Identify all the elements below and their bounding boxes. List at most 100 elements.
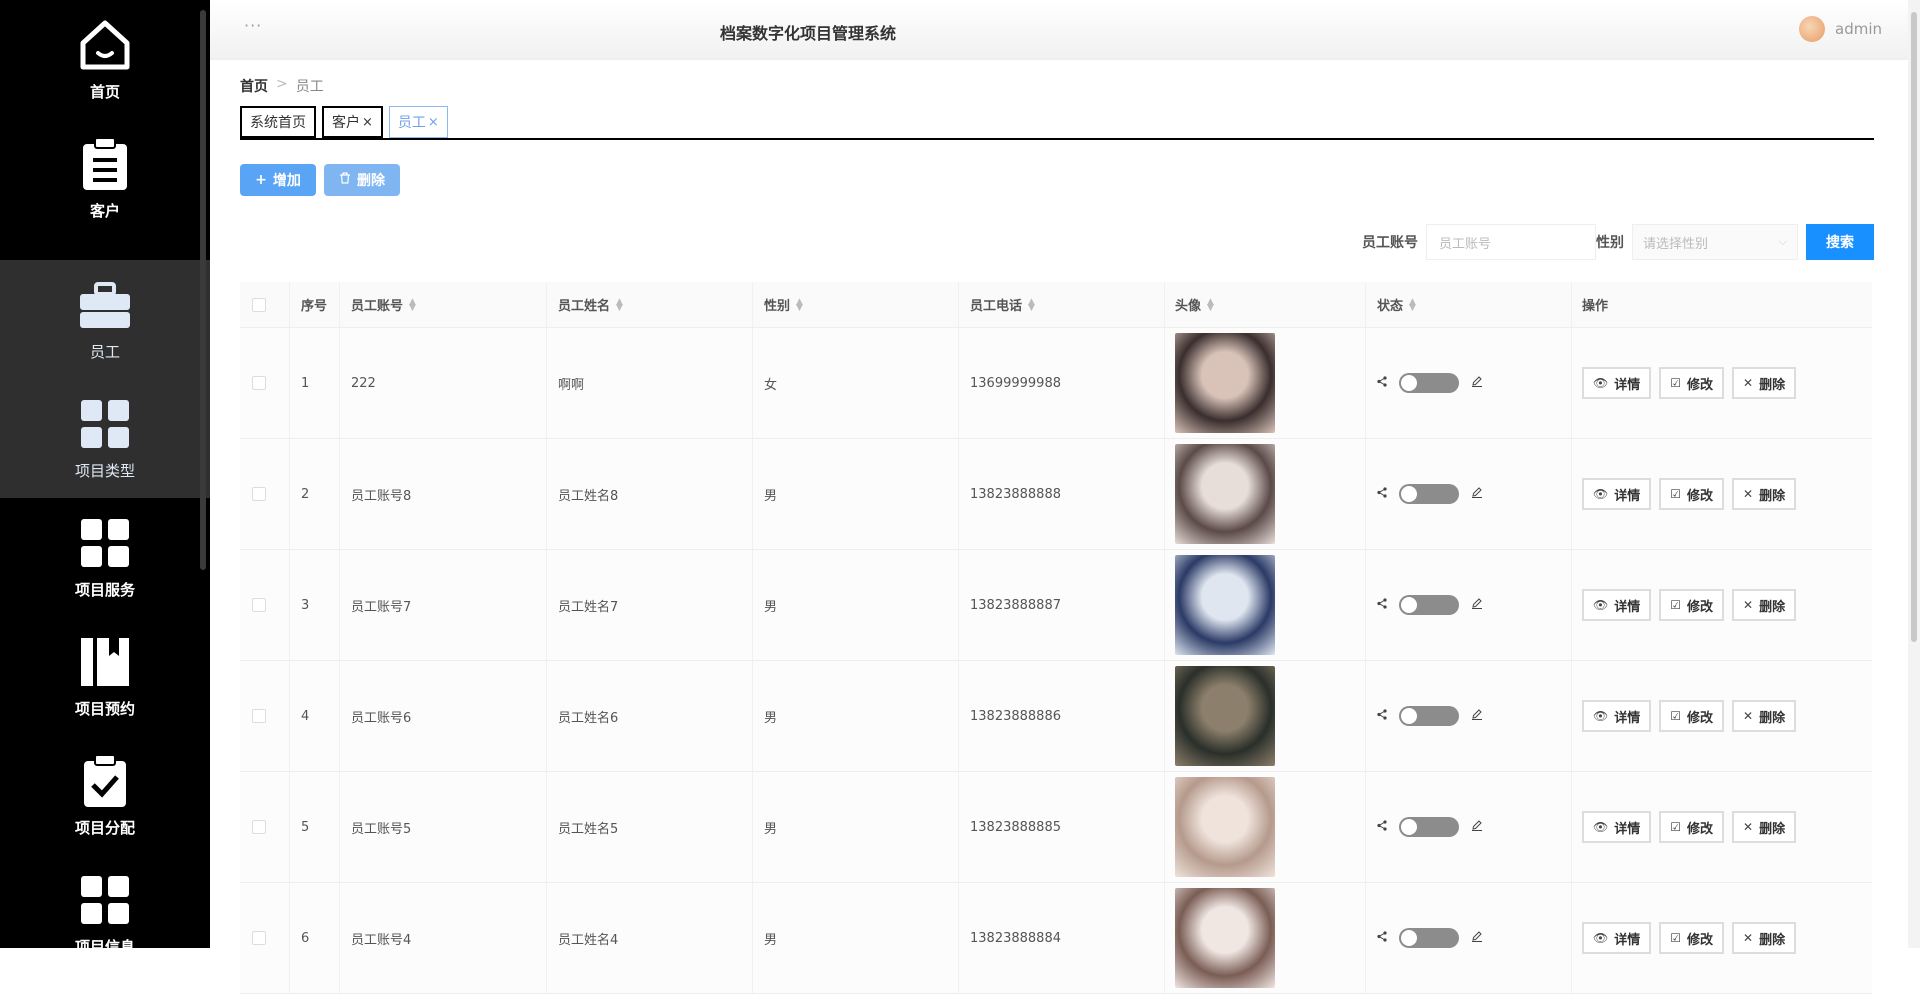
row-checkbox[interactable] [252,598,266,612]
detail-button[interactable]: 👁 详情 [1582,367,1652,399]
sidebar-item-project-assign[interactable]: 项目分配 [0,736,210,855]
sort-icon[interactable]: ▲ ▼ [616,297,623,312]
sort-icon[interactable]: ▲ ▼ [1207,297,1214,312]
header-phone[interactable]: 员工电话 ▲ ▼ [959,282,1165,327]
detail-button[interactable]: 👁 详情 [1582,811,1652,843]
account-search-input[interactable]: 员工账号 [1426,224,1596,260]
user-menu[interactable]: admin [1799,16,1882,42]
close-icon[interactable]: × [428,115,439,130]
row-delete-button[interactable]: ✕ 删除 [1732,478,1797,510]
pen-icon[interactable] [1471,375,1483,391]
edit-button[interactable]: ☑ 修改 [1659,922,1725,954]
delete-label: 删除 [1759,932,1786,948]
sidebar-item-project-info[interactable]: 项目信息 [0,855,210,948]
sort-icon[interactable]: ▲ ▼ [1028,297,1035,312]
row-checkbox[interactable] [252,487,266,501]
header-gender[interactable]: 性别 ▲ ▼ [753,282,959,327]
row-delete-button[interactable]: ✕ 删除 [1732,811,1797,843]
sidebar-item-label: 项目类型 [74,462,135,480]
row-ops: 👁 详情 ☑ 修改 ✕ 删除 [1572,772,1872,882]
edit-button[interactable]: ☑ 修改 [1659,811,1725,843]
row-index: 5 [290,772,340,882]
header-account[interactable]: 员工账号 ▲ ▼ [340,282,547,327]
share-icon[interactable] [1377,708,1387,724]
row-gender: 男 [753,550,959,660]
status-toggle[interactable] [1399,928,1459,948]
share-icon[interactable] [1377,597,1387,613]
avatar-photo[interactable] [1175,444,1275,544]
avatar-photo[interactable] [1175,777,1275,877]
tab-staff[interactable]: 员工 × [388,106,448,138]
status-toggle[interactable] [1399,484,1459,504]
share-icon[interactable] [1377,375,1387,391]
row-delete-button[interactable]: ✕ 删除 [1732,922,1797,954]
row-status [1366,439,1572,549]
row-gender: 男 [753,661,959,771]
row-checkbox[interactable] [252,931,266,945]
detail-button[interactable]: 👁 详情 [1582,922,1652,954]
tab-system-home[interactable]: 系统首页 [240,106,316,138]
sort-icon[interactable]: ▲ ▼ [409,297,416,312]
edit-button[interactable]: ☑ 修改 [1659,700,1725,732]
page-scrollbar[interactable] [1908,0,1920,948]
delete-button[interactable]: 删除 [324,164,400,196]
row-checkbox[interactable] [252,709,266,723]
sidebar-item-project-service[interactable]: 项目服务 [0,498,210,617]
status-toggle[interactable] [1399,595,1459,615]
sort-icon[interactable]: ▲ ▼ [796,297,803,312]
sidebar-item-project-booking[interactable]: 项目预约 [0,617,210,736]
detail-button[interactable]: 👁 详情 [1582,478,1652,510]
header-avatar[interactable]: 头像 ▲ ▼ [1165,282,1366,327]
sidebar-item-home[interactable]: 首页 [0,0,210,119]
gender-select[interactable]: 请选择性别 ⌵ [1632,224,1798,260]
pen-icon[interactable] [1471,930,1483,946]
detail-button[interactable]: 👁 详情 [1582,700,1652,732]
header-status[interactable]: 状态 ▲ ▼ [1366,282,1572,327]
sidebar-item-customer[interactable]: 客户 [0,119,210,238]
grid-icon [77,396,133,452]
select-all-checkbox[interactable] [252,297,266,312]
tab-customer[interactable]: 客户 × [322,106,383,138]
status-toggle[interactable] [1399,706,1459,726]
scrollbar-thumb[interactable] [1911,12,1917,642]
detail-button[interactable]: 👁 详情 [1582,589,1652,621]
row-delete-button[interactable]: ✕ 删除 [1732,589,1797,621]
avatar-photo[interactable] [1175,666,1275,766]
row-status [1366,883,1572,993]
row-checkbox[interactable] [252,376,266,390]
row-avatar-cell [1165,439,1366,549]
share-icon[interactable] [1377,930,1387,946]
sidebar-scrollbar[interactable] [200,10,206,570]
pen-icon[interactable] [1471,597,1483,613]
pen-icon[interactable] [1471,819,1483,835]
avatar-photo[interactable] [1175,333,1275,433]
table-header: 序号 员工账号 ▲ ▼ 员工姓名 ▲ ▼ 性别 ▲ ▼ 员工电话 ▲ ▼ 头像 ▲ ▼ 状态 ▲ ▼ 操… [240,282,1872,328]
edit-button[interactable]: ☑ 修改 [1659,589,1725,621]
breadcrumb-home[interactable]: 首页 [240,76,268,96]
pen-icon[interactable] [1471,708,1483,724]
avatar-photo[interactable] [1175,888,1275,988]
add-button[interactable]: + 增加 [240,164,316,196]
more-icon[interactable]: ··· [244,16,262,35]
sort-icon[interactable]: ▲ ▼ [1409,297,1416,312]
status-toggle[interactable] [1399,373,1459,393]
close-icon[interactable]: × [362,115,373,130]
share-icon[interactable] [1377,819,1387,835]
edit-button[interactable]: ☑ 修改 [1659,367,1725,399]
eye-icon: 👁 [1593,820,1609,834]
avatar-photo[interactable] [1175,555,1275,655]
sidebar-item-project-type[interactable]: 项目类型 [0,379,210,498]
row-phone: 13823888887 [959,550,1165,660]
share-icon[interactable] [1377,486,1387,502]
row-checkbox[interactable] [252,820,266,834]
search-button[interactable]: 搜索 [1806,224,1874,260]
pen-icon[interactable] [1471,486,1483,502]
sidebar-item-staff[interactable]: 员工 [0,260,210,379]
header-name[interactable]: 员工姓名 ▲ ▼ [547,282,753,327]
edit-button[interactable]: ☑ 修改 [1659,478,1725,510]
row-delete-button[interactable]: ✕ 删除 [1732,700,1797,732]
row-gender: 男 [753,439,959,549]
status-toggle[interactable] [1399,817,1459,837]
row-delete-button[interactable]: ✕ 删除 [1732,367,1797,399]
row-avatar-cell [1165,661,1366,771]
